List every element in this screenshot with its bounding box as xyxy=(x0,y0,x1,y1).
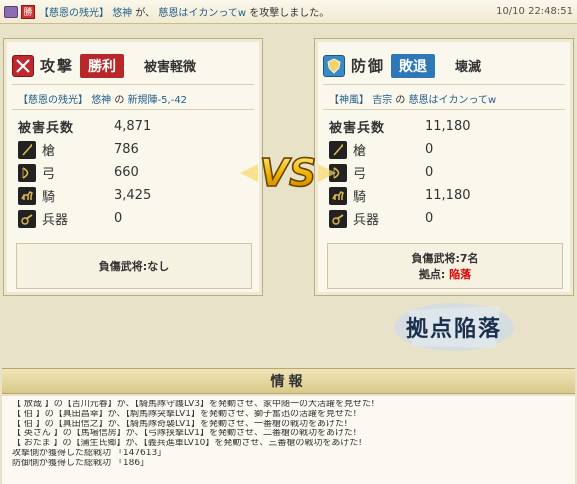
defense-divider xyxy=(323,109,565,110)
info-log: 【 放哉 】の【吉川元春】が、【騎馬隊守護LV3】を発動させ、家中随一の大活躍を… xyxy=(2,396,575,484)
info-line: 防御側が獲得した総戦功 「186」 xyxy=(12,458,150,468)
spear-label: 槍 xyxy=(42,144,56,159)
attack-particle: の xyxy=(114,95,125,106)
attack-player-link[interactable]: 悠神 xyxy=(91,95,111,106)
total-losses-label: 被害兵数 xyxy=(18,121,75,136)
horse-icon xyxy=(18,186,36,205)
info-line: 【 伯 】の【真田昌幸】が、【駒馬隊突撃LV1】を発動させ、獅子奮迅の活躍を見せ… xyxy=(12,409,357,419)
attack-spear-row: 槍 786 xyxy=(18,138,250,161)
siege-label: 兵器 xyxy=(42,213,69,228)
mail-icon[interactable] xyxy=(4,5,18,18)
defense-bow-row: 弓 0 xyxy=(329,161,561,184)
info-line: 【 英さん 】の【馬場信房】が、【弓隊挟撃LV1】を発動させ、二番槍の戦功をあげ… xyxy=(12,429,357,439)
defense-stats: 被害兵数 11,180 槍 0 弓 0 騎 11,180 兵器 0 xyxy=(329,115,561,230)
summary-particle: が、 xyxy=(135,8,156,19)
defense-result-badge: 敗退 xyxy=(391,53,436,78)
bow-value: 660 xyxy=(114,165,139,180)
attack-origin-line: 【慈恩の残光】 悠神 の 新規陣-5,-42 xyxy=(18,91,187,106)
attack-stats: 被害兵数 4,871 槍 786 弓 660 騎 3,425 兵器 0 xyxy=(18,115,250,230)
base-captured-seal: 拠点陥落 xyxy=(394,303,514,351)
attack-base-link[interactable]: 新規陣-5,-42 xyxy=(128,95,187,106)
win-badge-icon: 勝 xyxy=(21,4,35,19)
info-line: 【 おたま 】の【蒲生氏郷】が、【義兵進軍LV10】を発動させ、三番槍の戦功をあ… xyxy=(12,439,363,449)
bow-label: 弓 xyxy=(42,167,56,182)
spear-value: 786 xyxy=(114,142,139,157)
total-losses-label: 被害兵数 xyxy=(329,121,386,136)
defense-panel-header: 防御 敗退 壊滅 xyxy=(323,47,565,85)
defense-cavalry-row: 騎 11,180 xyxy=(329,184,561,207)
siege-icon xyxy=(329,209,347,228)
attack-panel: 攻撃 勝利 被害軽微 【慈恩の残光】 悠神 の 新規陣-5,-42 被害兵数 4… xyxy=(3,38,263,296)
attack-divider xyxy=(12,109,254,110)
report-header-bar: 勝 【慈恩の残光】 悠神 が、 慈恩はイカンってw を攻撃しました。 10/10… xyxy=(0,0,577,24)
attack-role-label: 攻撃 xyxy=(40,57,75,75)
summary-alliance-link[interactable]: 【慈恩の残光】 xyxy=(39,8,109,19)
attack-total-losses-row: 被害兵数 4,871 xyxy=(18,115,250,138)
total-losses-value: 11,180 xyxy=(425,119,471,134)
defense-role-label: 防御 xyxy=(351,57,386,75)
spear-icon xyxy=(18,140,36,159)
summary-attacker-link[interactable]: 悠神 xyxy=(112,8,132,19)
defense-base-link[interactable]: 慈恩はイカンってw xyxy=(409,95,497,106)
base-status-value: 陥落 xyxy=(449,268,472,281)
siege-icon xyxy=(18,209,36,228)
summary-suffix: を攻撃しました。 xyxy=(249,8,330,19)
cavalry-label: 騎 xyxy=(353,190,367,205)
versus-emblem: VS xyxy=(240,150,336,196)
captured-text: 拠点陥落 xyxy=(406,316,502,342)
casualty-label: 負傷武将: xyxy=(411,252,460,265)
defense-damage-level: 壊滅 xyxy=(455,60,482,75)
defense-player-link[interactable]: 吉宗 xyxy=(372,95,392,106)
attack-panel-header: 攻撃 勝利 被害軽微 xyxy=(12,47,254,85)
casualty-value: なし xyxy=(147,260,170,273)
base-status-label: 拠点: xyxy=(418,268,446,281)
info-line: 【 放哉 】の【吉川元春】が、【騎馬隊守護LV3】を発動させ、家中随一の大活躍を… xyxy=(12,400,375,409)
attack-siege-row: 兵器 0 xyxy=(18,207,250,230)
report-summary: 【慈恩の残光】 悠神 が、 慈恩はイカンってw を攻撃しました。 xyxy=(39,4,490,19)
vs-text: VS xyxy=(260,151,317,195)
info-line: 攻撃側が獲得した総戦功 「147613」 xyxy=(12,448,167,458)
bow-label: 弓 xyxy=(353,167,367,182)
attack-alliance-link[interactable]: 【慈恩の残光】 xyxy=(18,95,88,106)
bow-value: 0 xyxy=(425,165,434,180)
siege-label: 兵器 xyxy=(353,213,380,228)
summary-target-link[interactable]: 慈恩はイカンってw xyxy=(158,8,246,19)
siege-value: 0 xyxy=(425,211,434,226)
defense-spear-row: 槍 0 xyxy=(329,138,561,161)
spear-label: 槍 xyxy=(353,144,367,159)
attack-cavalry-row: 騎 3,425 xyxy=(18,184,250,207)
attack-damage-level: 被害軽微 xyxy=(144,60,197,75)
cavalry-value: 3,425 xyxy=(114,188,152,203)
defense-siege-row: 兵器 0 xyxy=(329,207,561,230)
defense-origin-line: 【神風】 吉宗 の 慈恩はイカンってw xyxy=(329,91,496,106)
attack-casualty-box: 負傷武将:なし xyxy=(16,243,252,289)
cavalry-label: 騎 xyxy=(42,190,56,205)
cavalry-value: 11,180 xyxy=(425,188,471,203)
defense-particle: の xyxy=(395,95,406,106)
crossed-swords-icon xyxy=(12,54,34,77)
siege-value: 0 xyxy=(114,211,123,226)
spear-value: 0 xyxy=(425,142,434,157)
info-section-title: 情報 xyxy=(2,368,575,394)
defense-panel: 防御 敗退 壊滅 【神風】 吉宗 の 慈恩はイカンってw 被害兵数 11,180… xyxy=(314,38,574,296)
defense-total-losses-row: 被害兵数 11,180 xyxy=(329,115,561,138)
casualty-label: 負傷武将: xyxy=(98,260,148,273)
shield-icon xyxy=(323,54,345,77)
defense-casualty-box: 負傷武将:7名 拠点: 陥落 xyxy=(327,243,563,289)
attack-result-badge: 勝利 xyxy=(80,53,125,78)
info-line: 【 伯 】の【真田信之】が、【騎馬隊奇襲LV1】を発動させ、一番槍の戦功をあげた… xyxy=(12,419,348,429)
attack-bow-row: 弓 660 xyxy=(18,161,250,184)
total-losses-value: 4,871 xyxy=(114,119,152,134)
bow-icon xyxy=(18,163,36,182)
casualty-value: 7名 xyxy=(459,252,479,265)
defense-alliance-link[interactable]: 【神風】 xyxy=(329,95,369,106)
report-timestamp: 10/10 22:48:51 xyxy=(496,6,573,17)
